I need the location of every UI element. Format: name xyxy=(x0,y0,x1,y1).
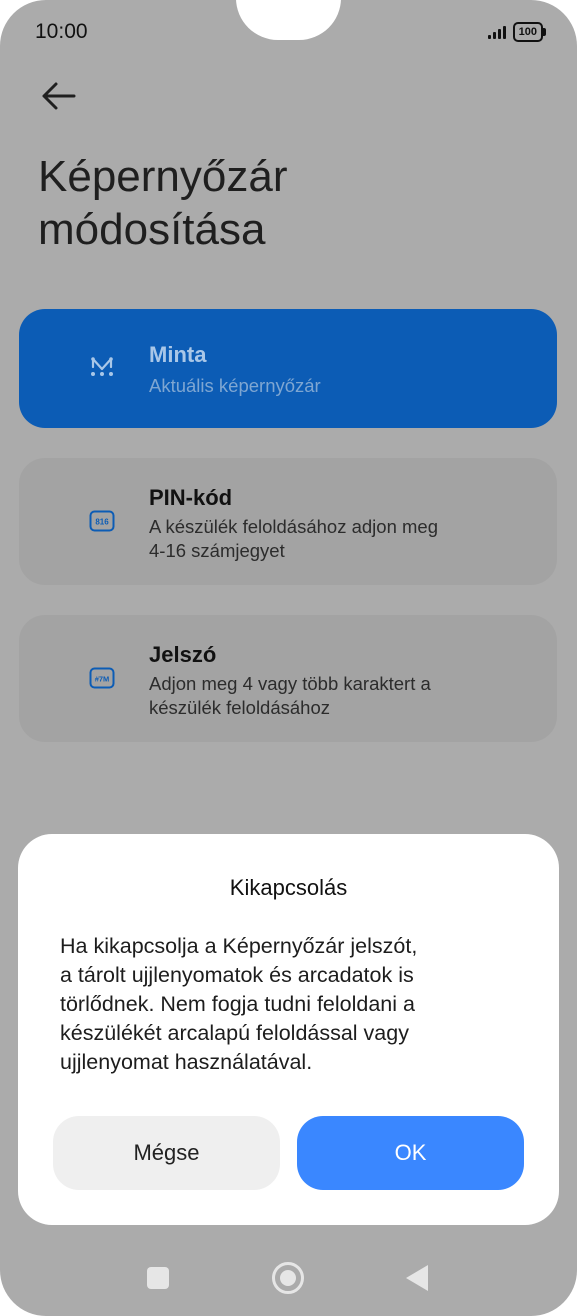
option-password-description-line-1: Adjon meg 4 vagy több karaktert a xyxy=(149,673,431,694)
option-pattern-title: Minta xyxy=(149,342,207,367)
signal-icon xyxy=(487,25,506,39)
home-circle-icon[interactable] xyxy=(272,1262,304,1294)
password-icon: #7M xyxy=(89,667,115,689)
dialog-message-line-2: a tárolt ujjlenyomatok és arcadatok is xyxy=(60,963,414,987)
option-password-description-line-2: készülék feloldásához xyxy=(149,697,330,718)
dialog-message-line-3: törlődnek. Nem fogja tudni feloldani a xyxy=(60,992,415,1016)
back-triangle-icon[interactable] xyxy=(406,1265,428,1291)
option-pin-description-line-2: 4-16 számjegyet xyxy=(149,540,285,561)
dialog-message-line-4: készülékét arcalapú feloldással vagy xyxy=(60,1021,409,1045)
page-title: Képernyőzár módosítása xyxy=(38,150,287,256)
navigation-bar xyxy=(0,1245,577,1309)
dialog-message-line-5: ujjlenyomat használatával. xyxy=(60,1050,313,1074)
recents-square-icon[interactable] xyxy=(147,1267,169,1289)
option-pin-description-line-1: A készülék feloldásához adjon meg xyxy=(149,516,438,537)
dialog-title: Kikapcsolás xyxy=(229,875,348,900)
option-pin-description: A készülék feloldásához adjon meg 4-16 s… xyxy=(149,515,529,563)
option-password-description: Adjon meg 4 vagy több karaktert a készül… xyxy=(149,672,529,720)
dialog-message: Ha kikapcsolja a Képernyőzár jelszót, a … xyxy=(60,932,520,1077)
password-icon-text: #7M xyxy=(95,675,110,684)
turn-off-dialog: Kikapcsolás Ha kikapcsolja a Képernyőzár… xyxy=(18,834,559,1225)
page-title-line-1: Képernyőzár xyxy=(38,152,288,201)
option-password-title: Jelszó xyxy=(149,642,217,667)
battery-icon: 100 xyxy=(512,22,547,42)
phone-screen: 10:00 100 Képernyőzár módosítása Minta A… xyxy=(0,0,577,1316)
pin-icon: 816 xyxy=(89,510,115,532)
option-pattern-description: Aktuális képernyőzár xyxy=(149,375,321,396)
dialog-message-line-1: Ha kikapcsolja a Képernyőzár jelszót, xyxy=(60,934,418,958)
page-title-line-2: módosítása xyxy=(38,205,266,254)
status-time: 10:00 xyxy=(35,20,88,43)
option-password[interactable]: #7M Jelszó Adjon meg 4 vagy több karakte… xyxy=(19,615,557,742)
option-pattern[interactable]: Minta Aktuális képernyőzár xyxy=(19,309,557,428)
option-pin-title: PIN-kód xyxy=(149,485,233,510)
camera-notch xyxy=(236,0,341,40)
back-arrow-icon[interactable] xyxy=(38,78,80,114)
pattern-icon xyxy=(91,357,113,376)
option-pin[interactable]: 816 PIN-kód A készülék feloldásához adjo… xyxy=(19,458,557,585)
pin-icon-text: 816 xyxy=(95,518,109,527)
status-icons: 100 xyxy=(487,22,547,42)
cancel-button[interactable]: Mégse xyxy=(53,1116,280,1190)
ok-button[interactable]: OK xyxy=(297,1116,524,1190)
